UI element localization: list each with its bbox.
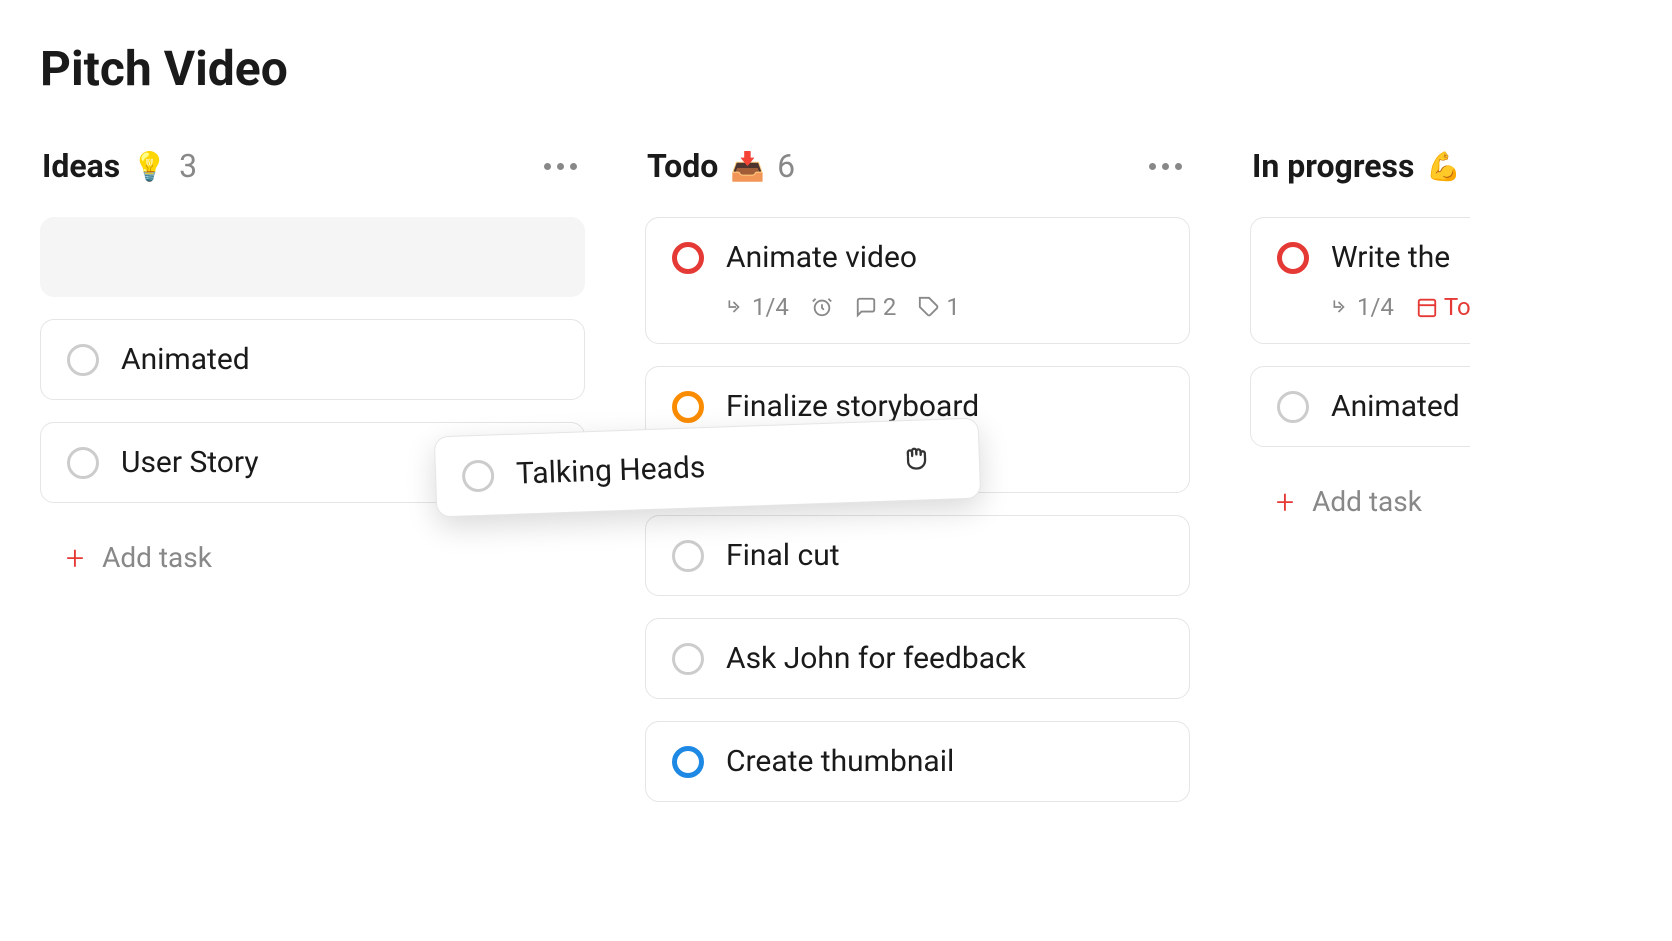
more-icon[interactable] [1143, 157, 1188, 176]
status-circle-icon[interactable] [67, 344, 99, 376]
column-in-progress: In progress 💪 Write the 1/4 [1250, 147, 1470, 534]
reminder-badge [811, 296, 833, 318]
card-title: User Story [121, 445, 259, 480]
task-card-write-the[interactable]: Write the 1/4 To [1250, 217, 1470, 344]
card-meta: 1/4 To [1331, 293, 1470, 321]
card-drop-placeholder [40, 217, 585, 297]
card-title: Animate video [726, 240, 917, 275]
column-header-left: Todo 📥 6 [647, 147, 795, 185]
column-count: 3 [179, 147, 197, 185]
column-ideas: Ideas 💡 3 Animated User Story + Add task [40, 147, 585, 590]
column-header-left: In progress 💪 [1252, 147, 1461, 185]
status-circle-icon[interactable] [672, 643, 704, 675]
task-card-animated[interactable]: Animated [40, 319, 585, 400]
plus-icon: + [66, 542, 84, 574]
column-header: Todo 📥 6 [645, 147, 1190, 185]
task-card-create-thumbnail[interactable]: Create thumbnail [645, 721, 1190, 802]
add-task-label: Add task [102, 541, 212, 574]
plus-icon: + [1276, 486, 1294, 518]
tags-badge: 1 [918, 293, 960, 321]
status-circle-icon[interactable] [1277, 242, 1309, 274]
subtask-icon [1331, 297, 1351, 317]
task-card-animate-video[interactable]: Animate video 1/4 [645, 217, 1190, 344]
tag-icon [918, 296, 940, 318]
status-circle-icon[interactable] [67, 447, 99, 479]
card-title: Talking Heads [516, 450, 706, 492]
card-title: Create thumbnail [726, 744, 954, 779]
card-title: Final cut [726, 538, 840, 573]
task-card-ask-john[interactable]: Ask John for feedback [645, 618, 1190, 699]
task-card-final-cut[interactable]: Final cut [645, 515, 1190, 596]
card-title: Animated [121, 342, 250, 377]
kanban-columns: Ideas 💡 3 Animated User Story + Add task [40, 147, 1632, 824]
more-icon[interactable] [538, 157, 583, 176]
add-task-label: Add task [1312, 485, 1422, 518]
add-task-button[interactable]: + Add task [40, 525, 585, 590]
card-title: Write the [1331, 240, 1450, 275]
comment-icon [855, 296, 877, 318]
lightbulb-icon: 💡 [132, 150, 167, 183]
subtasks-badge: 1/4 [726, 293, 789, 321]
column-header-left: Ideas 💡 3 [42, 147, 197, 185]
column-title: Todo [647, 147, 718, 185]
add-task-button[interactable]: + Add task [1250, 469, 1470, 534]
status-circle-icon[interactable] [1277, 391, 1309, 423]
calendar-icon [1416, 296, 1438, 318]
column-header: In progress 💪 [1250, 147, 1470, 185]
status-circle-icon[interactable] [672, 242, 704, 274]
card-title: Ask John for feedback [726, 641, 1026, 676]
status-circle-icon[interactable] [672, 540, 704, 572]
column-header: Ideas 💡 3 [40, 147, 585, 185]
task-card-animated-progress[interactable]: Animated [1250, 366, 1470, 447]
flex-arm-icon: 💪 [1426, 150, 1461, 183]
date-badge: To [1416, 293, 1470, 321]
card-meta: 1/4 2 1 [726, 293, 1163, 321]
inbox-icon: 📥 [730, 150, 765, 183]
column-title: Ideas [42, 147, 120, 185]
status-circle-icon[interactable] [672, 391, 704, 423]
column-count: 6 [777, 147, 795, 185]
grab-cursor-icon [898, 439, 933, 481]
column-title: In progress [1252, 147, 1414, 185]
alarm-icon [811, 296, 833, 318]
comments-badge: 2 [855, 293, 897, 321]
card-title: Animated [1331, 389, 1460, 424]
status-circle-icon[interactable] [462, 459, 495, 492]
subtasks-badge: 1/4 [1331, 293, 1394, 321]
subtask-icon [726, 297, 746, 317]
board-title: Pitch Video [40, 40, 1632, 97]
status-circle-icon[interactable] [672, 746, 704, 778]
